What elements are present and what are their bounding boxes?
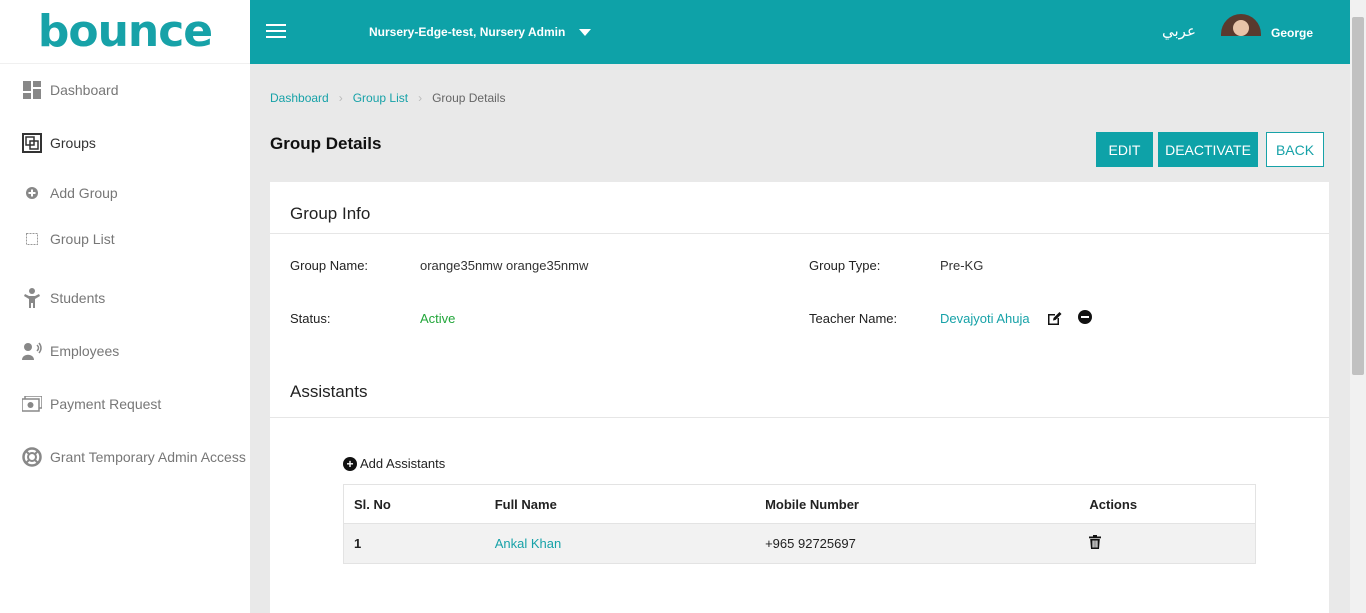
chevron-down-icon [579,28,592,36]
sidebar-item-dashboard[interactable]: Dashboard [22,80,119,100]
sidebar-item-group-list[interactable]: Group List [22,229,115,249]
column-header: Sl. No [354,496,391,512]
divider [270,417,1329,418]
assistants-title: Assistants [290,382,368,401]
remove-teacher-icon[interactable] [1077,309,1093,325]
user-name[interactable]: George [1271,26,1313,40]
breadcrumb-separator-icon: › [338,91,343,105]
table-header: Sl. No Full Name Mobile Number Actions [344,485,1255,524]
sidebar-item-label: Grant Temporary Admin Access [50,449,246,465]
deactivate-button[interactable]: DEACTIVATE [1158,132,1258,167]
sidebar-item-employees[interactable]: Employees [22,341,119,361]
group-name-value: orange35nmw orange35nmw [420,258,589,273]
group-type-label: Group Type: [809,258,881,273]
add-assistants-label: Add Assistants [360,456,446,471]
status-badge: Active [420,311,456,326]
plus-circle-icon: + [343,456,357,471]
logo-text: bounce [37,5,213,57]
row-sl-no: 1 [354,536,362,551]
money-icon [22,394,42,414]
edit-teacher-icon[interactable] [1046,310,1062,326]
sidebar-item-grant-admin-access[interactable]: Grant Temporary Admin Access [22,447,246,467]
column-header: Full Name [494,496,557,512]
sidebar-item-label: Dashboard [50,82,119,98]
assistant-mobile: +965 92725697 [765,536,856,551]
sidebar-item-label: Group List [50,231,115,247]
assistants-table: Sl. No Full Name Mobile Number Actions 1… [343,484,1256,564]
assistant-name-link[interactable]: Ankal Khan [495,536,765,551]
column-header: Actions [1089,496,1138,512]
column-header: Mobile Number [765,496,859,512]
plus-circle-icon [22,183,42,203]
avatar[interactable] [1221,14,1261,36]
top-header: Nursery-Edge-test, Nursery Admin عربي Ge… [250,0,1350,64]
sidebar-item-label: Groups [50,135,96,151]
group-name-label: Group Name: [290,258,369,273]
breadcrumb-separator-icon: › [418,91,423,105]
add-assistants-button[interactable]: + Add Assistants [343,456,445,471]
menu-icon[interactable] [266,24,286,40]
divider [270,233,1329,234]
group-type-value: Pre-KG [940,258,984,273]
logo[interactable]: bounce [0,0,250,64]
dashboard-icon [22,80,42,100]
scrollbar[interactable] [1350,0,1366,613]
employee-icon [22,341,42,361]
sidebar-item-label: Students [50,290,106,306]
nursery-selector[interactable]: Nursery-Edge-test, Nursery Admin [369,25,592,39]
sidebar-item-payment-request[interactable]: Payment Request [22,394,161,414]
groups-icon [22,133,42,153]
group-details-card: Group Info Group Name: orange35nmw orang… [270,182,1329,613]
sidebar: bounce Dashboard Groups Add Group Group … [0,0,250,613]
back-button[interactable]: BACK [1266,132,1324,167]
trash-icon[interactable] [1089,535,1102,552]
sidebar-item-students[interactable]: Students [22,288,105,308]
breadcrumb-group-list[interactable]: Group List [353,91,408,105]
breadcrumb-dashboard[interactable]: Dashboard [270,91,329,105]
breadcrumb-current: Group Details [432,91,506,105]
teacher-name-label: Teacher Name: [809,311,898,326]
scroll-thumb[interactable] [1352,17,1364,375]
nursery-name: Nursery-Edge-test, Nursery Admin [369,25,566,39]
list-icon [22,229,42,249]
sidebar-item-label: Employees [50,343,120,359]
lifebuoy-icon [22,447,42,467]
teacher-name-link[interactable]: Devajyoti Ahuja [940,311,1030,326]
page-title: Group Details [270,134,382,153]
student-icon [22,288,42,308]
status-label: Status: [290,311,331,326]
sidebar-item-label: Add Group [50,185,118,201]
sidebar-item-groups[interactable]: Groups [22,133,96,153]
language-switch[interactable]: عربي [1162,22,1196,40]
row-actions [1089,535,1255,552]
breadcrumb: Dashboard › Group List › Group Details [270,91,505,105]
table-row: 1 Ankal Khan +965 92725697 [344,524,1255,563]
edit-button[interactable]: EDIT [1096,132,1153,167]
sidebar-item-add-group[interactable]: Add Group [22,183,118,203]
group-info-title: Group Info [290,204,371,223]
sidebar-item-label: Payment Request [50,396,162,412]
